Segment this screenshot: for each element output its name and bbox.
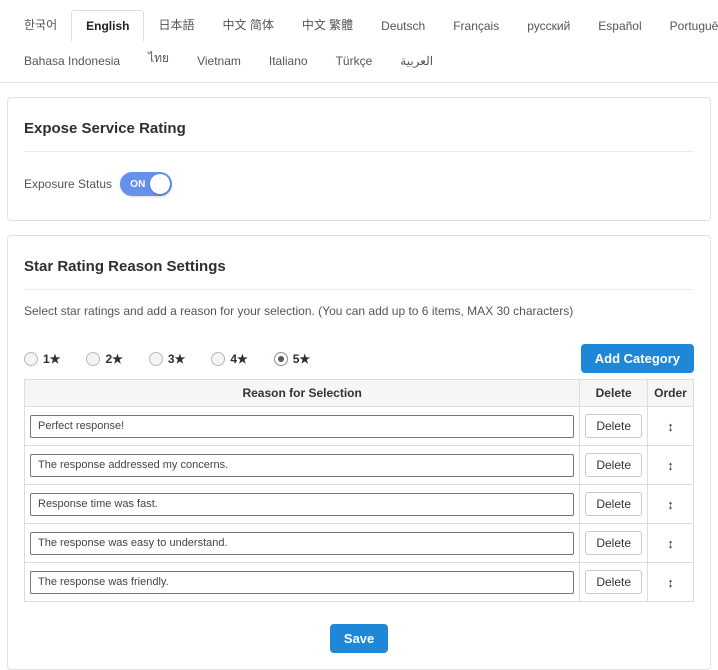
radio-button-icon [24, 352, 38, 366]
reason-table-header-row: Reason for Selection Delete Order [25, 380, 694, 407]
reason-cell [25, 446, 580, 485]
star-radio-label: 2★ [105, 352, 122, 366]
language-tab[interactable]: 한국어 [10, 8, 71, 41]
table-row: Delete ↕ [25, 524, 694, 563]
language-tab[interactable]: Bahasa Indonesia [10, 46, 134, 76]
language-tab[interactable]: Português [656, 11, 718, 41]
delete-button[interactable]: Delete [585, 531, 642, 555]
language-tab-bar: 한국어English日本語中文 简体中文 繁體DeutschFrançaisру… [0, 0, 718, 83]
delete-cell: Delete [580, 446, 648, 485]
exposure-status-row: Exposure Status ON [24, 166, 694, 204]
language-tab[interactable]: 日本語 [144, 8, 208, 41]
divider [24, 289, 694, 290]
reason-cell [25, 524, 580, 563]
radio-button-icon [86, 352, 100, 366]
language-tab-row-2: Bahasa IndonesiaไทยVietnamItalianoTürkçe… [10, 41, 708, 76]
drag-order-icon[interactable]: ↕ [667, 458, 674, 473]
reason-cell [25, 563, 580, 602]
delete-button[interactable]: Delete [585, 570, 642, 594]
order-cell: ↕ [648, 446, 694, 485]
toggle-on-label: ON [130, 179, 146, 190]
reason-cell [25, 485, 580, 524]
star-rating-radio[interactable]: 4★ [211, 352, 247, 366]
order-cell: ↕ [648, 563, 694, 602]
divider [24, 151, 694, 152]
reason-input[interactable] [30, 493, 574, 516]
drag-order-icon[interactable]: ↕ [667, 575, 674, 590]
save-row: Save [24, 624, 694, 653]
delete-button[interactable]: Delete [585, 414, 642, 438]
reason-cell [25, 407, 580, 446]
delete-button[interactable]: Delete [585, 492, 642, 516]
delete-cell: Delete [580, 407, 648, 446]
exposure-status-label: Exposure Status [24, 177, 112, 191]
table-row: Delete ↕ [25, 485, 694, 524]
table-row: Delete ↕ [25, 407, 694, 446]
language-tab[interactable]: Vietnam [183, 46, 255, 76]
star-controls-row: 1★ 2★ 3★ 4★ 5★ Add Category [24, 344, 694, 373]
language-tab[interactable]: Italiano [255, 46, 322, 76]
exposure-status-toggle[interactable]: ON [120, 172, 172, 196]
order-cell: ↕ [648, 485, 694, 524]
star-radio-label: 1★ [43, 352, 60, 366]
expose-service-rating-card: Expose Service Rating Exposure Status ON [7, 97, 711, 221]
language-tab[interactable]: русский [513, 11, 584, 41]
language-tab[interactable]: Español [584, 11, 655, 41]
header-delete: Delete [580, 380, 648, 407]
reason-section-description: Select star ratings and add a reason for… [24, 304, 694, 318]
star-rating-radio-group: 1★ 2★ 3★ 4★ 5★ [24, 352, 336, 366]
star-rating-radio[interactable]: 1★ [24, 352, 60, 366]
drag-order-icon[interactable]: ↕ [667, 536, 674, 551]
star-rating-reason-card: Star Rating Reason Settings Select star … [7, 235, 711, 670]
language-tab[interactable]: 中文 简体 [208, 8, 287, 41]
language-tab[interactable]: Türkçe [322, 46, 387, 76]
language-tab[interactable]: 中文 繁體 [288, 8, 367, 41]
star-radio-label: 3★ [168, 352, 185, 366]
reason-input[interactable] [30, 532, 574, 555]
reason-input[interactable] [30, 571, 574, 594]
toggle-knob-icon [150, 174, 170, 194]
star-rating-radio[interactable]: 5★ [274, 352, 310, 366]
add-category-button[interactable]: Add Category [581, 344, 694, 373]
order-cell: ↕ [648, 524, 694, 563]
table-row: Delete ↕ [25, 446, 694, 485]
drag-order-icon[interactable]: ↕ [667, 419, 674, 434]
star-radio-label: 5★ [293, 352, 310, 366]
delete-cell: Delete [580, 563, 648, 602]
save-button[interactable]: Save [330, 624, 388, 653]
radio-button-icon [274, 352, 288, 366]
star-radio-label: 4★ [230, 352, 247, 366]
header-reason-for-selection: Reason for Selection [25, 380, 580, 407]
drag-order-icon[interactable]: ↕ [667, 497, 674, 512]
table-row: Delete ↕ [25, 563, 694, 602]
language-tab[interactable]: ไทย [134, 41, 183, 76]
language-tab[interactable]: العربية [386, 46, 447, 76]
delete-cell: Delete [580, 524, 648, 563]
reason-input[interactable] [30, 454, 574, 477]
expose-section-title: Expose Service Rating [24, 120, 694, 137]
reason-table: Reason for Selection Delete Order Delete… [24, 379, 694, 602]
reason-input[interactable] [30, 415, 574, 438]
radio-button-icon [149, 352, 163, 366]
language-tab-row-1: 한국어English日本語中文 简体中文 繁體DeutschFrançaisру… [10, 8, 708, 41]
star-rating-radio[interactable]: 2★ [86, 352, 122, 366]
reason-section-title: Star Rating Reason Settings [24, 258, 694, 275]
radio-button-icon [211, 352, 225, 366]
header-order: Order [648, 380, 694, 407]
delete-cell: Delete [580, 485, 648, 524]
star-rating-radio[interactable]: 3★ [149, 352, 185, 366]
delete-button[interactable]: Delete [585, 453, 642, 477]
order-cell: ↕ [648, 407, 694, 446]
language-tab[interactable]: English [71, 10, 144, 41]
radio-selected-dot [278, 356, 284, 362]
language-tab[interactable]: Français [439, 11, 513, 41]
language-tab[interactable]: Deutsch [367, 11, 439, 41]
